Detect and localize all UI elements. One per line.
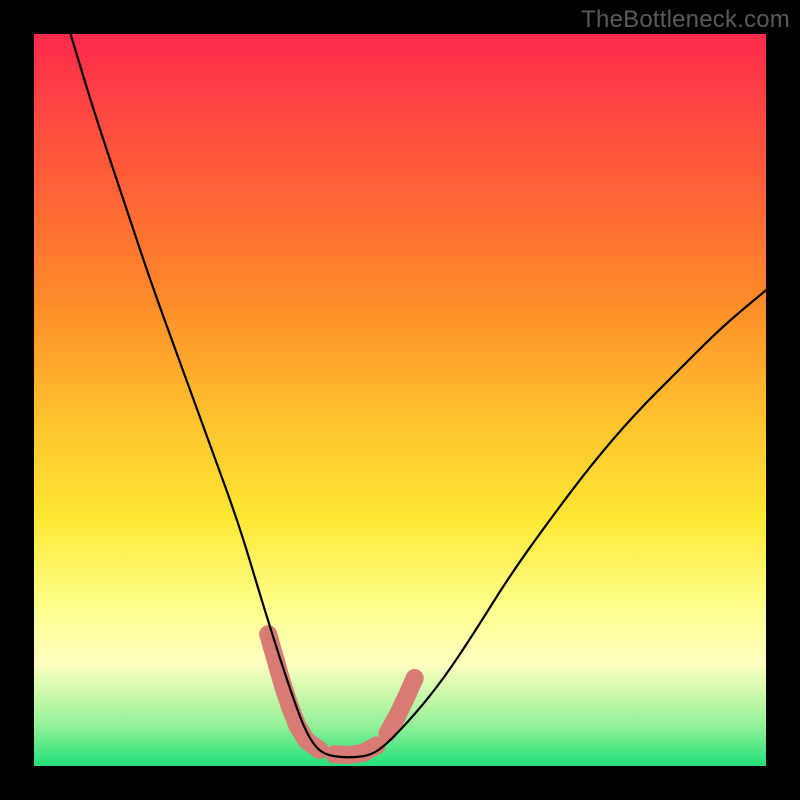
curve-layer <box>34 34 766 766</box>
marker-dot <box>406 669 424 687</box>
watermark-text: TheBottleneck.com <box>581 6 790 34</box>
plot-area <box>34 34 766 766</box>
chart-frame: TheBottleneck.com <box>0 0 800 800</box>
marker-dot <box>379 724 397 742</box>
marker-cluster <box>259 625 423 763</box>
bottleneck-curve <box>71 34 766 757</box>
